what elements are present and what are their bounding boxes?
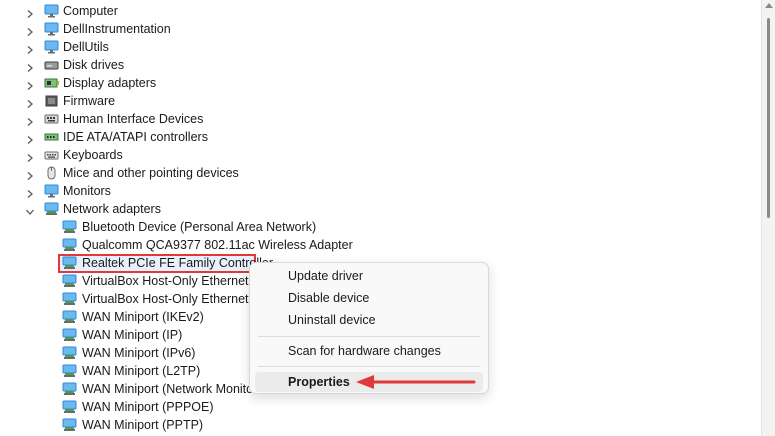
hid-icon	[44, 112, 59, 126]
chevron-right-icon[interactable]	[25, 60, 35, 72]
tree-category-label: Firmware	[63, 94, 116, 108]
menu-separator	[258, 336, 480, 337]
tree-category-keyboards[interactable]: Keyboards	[0, 146, 760, 164]
tree-device-label: WAN Miniport (IP)	[82, 328, 183, 342]
network-adapter-icon	[62, 418, 77, 432]
monitor-icon	[44, 22, 59, 36]
chevron-right-icon[interactable]	[25, 42, 35, 54]
menu-item-disable-device[interactable]: Disable device	[255, 288, 483, 308]
tree-category-label: Keyboards	[63, 148, 123, 162]
chevron-right-icon[interactable]	[25, 114, 35, 126]
scroll-up-arrow-icon[interactable]	[765, 3, 773, 8]
chevron-right-icon[interactable]	[25, 186, 35, 198]
tree-category-ide-ata-atapi-controllers[interactable]: IDE ATA/ATAPI controllers	[0, 128, 760, 146]
tree-device-label: VirtualBox Host-Only Ethernet A	[82, 292, 260, 306]
chevron-right-icon[interactable]	[25, 96, 35, 108]
tree-device-label: WAN Miniport (Network Monito	[82, 382, 254, 396]
tree-device-label: Qualcomm QCA9377 802.11ac Wireless Adapt…	[82, 238, 353, 252]
tree-category-mice-and-other-pointing-devices[interactable]: Mice and other pointing devices	[0, 164, 760, 182]
tree-device[interactable]: Qualcomm QCA9377 802.11ac Wireless Adapt…	[0, 236, 760, 254]
tree-category-dellinstrumentation[interactable]: DellInstrumentation	[0, 20, 760, 38]
tree-device-label: WAN Miniport (PPPOE)	[82, 400, 214, 414]
ide-controller-icon	[44, 130, 59, 144]
tree-category-disk-drives[interactable]: Disk drives	[0, 56, 760, 74]
tree-device-label: WAN Miniport (L2TP)	[82, 364, 201, 378]
tree-device-label: Bluetooth Device (Personal Area Network)	[82, 220, 317, 234]
monitor-icon	[44, 184, 59, 198]
tree-category-label: Computer	[63, 4, 118, 18]
tree-device-label: WAN Miniport (PPTP)	[82, 418, 204, 432]
tree-category-display-adapters[interactable]: Display adapters	[0, 74, 760, 92]
tree-category-label: Network adapters	[63, 202, 161, 216]
tree-device-label: WAN Miniport (IKEv2)	[82, 310, 204, 324]
chevron-right-icon[interactable]	[25, 150, 35, 162]
chevron-right-icon[interactable]	[25, 6, 35, 18]
network-adapter-icon	[62, 220, 77, 234]
computer-icon	[44, 4, 59, 18]
tree-device[interactable]: Bluetooth Device (Personal Area Network)	[0, 218, 760, 236]
network-adapter-icon	[44, 202, 59, 216]
tree-category-firmware[interactable]: Firmware	[0, 92, 760, 110]
tree-category-label: Disk drives	[63, 58, 125, 72]
menu-separator	[258, 366, 480, 367]
device-manager-window: Computer DellInstrumentation DellUtils Disk…	[0, 0, 775, 436]
vertical-scrollbar[interactable]	[761, 0, 775, 436]
network-adapter-icon	[62, 274, 77, 288]
network-adapter-icon	[62, 364, 77, 378]
chevron-down-icon[interactable]	[25, 204, 35, 215]
menu-item-update-driver[interactable]: Update driver	[255, 266, 483, 286]
network-adapter-icon	[62, 328, 77, 342]
network-adapter-icon	[62, 400, 77, 414]
network-adapter-icon	[62, 292, 77, 306]
tree-category-label: Human Interface Devices	[63, 112, 204, 126]
network-adapter-icon	[62, 346, 77, 360]
tree-category-label: Mice and other pointing devices	[63, 166, 239, 180]
tree-category-computer[interactable]: Computer	[0, 2, 760, 20]
chevron-right-icon[interactable]	[25, 24, 35, 36]
tree-category-label: IDE ATA/ATAPI controllers	[63, 130, 208, 144]
disk-drive-icon	[44, 58, 59, 72]
network-adapter-icon	[62, 256, 77, 270]
display-adapter-icon	[44, 76, 59, 90]
tree-category-dellutils[interactable]: DellUtils	[0, 38, 760, 56]
firmware-icon	[44, 94, 59, 108]
network-adapter-icon	[62, 382, 77, 396]
tree-device-label: Realtek PCIe FE Family Controller	[82, 256, 274, 270]
keyboard-icon	[44, 148, 59, 162]
chevron-right-icon[interactable]	[25, 132, 35, 144]
tree-device[interactable]: WAN Miniport (PPTP)	[0, 416, 760, 434]
tree-category-label: Display adapters	[63, 76, 157, 90]
chevron-right-icon[interactable]	[25, 78, 35, 90]
tree-device-label: WAN Miniport (IPv6)	[82, 346, 196, 360]
scrollbar-thumb[interactable]	[767, 18, 770, 218]
tree-category-label: Monitors	[63, 184, 111, 198]
tree-category-network-adapters[interactable]: Network adapters	[0, 200, 760, 218]
tree-device[interactable]: WAN Miniport (PPPOE)	[0, 398, 760, 416]
network-adapter-icon	[62, 310, 77, 324]
menu-item-uninstall-device[interactable]: Uninstall device	[255, 310, 483, 330]
tree-category-label: DellInstrumentation	[63, 22, 171, 36]
mouse-icon	[44, 166, 59, 180]
tree-category-human-interface-devices[interactable]: Human Interface Devices	[0, 110, 760, 128]
chevron-right-icon[interactable]	[25, 168, 35, 180]
tree-category-label: DellUtils	[63, 40, 109, 54]
menu-item-scan-hardware-changes[interactable]: Scan for hardware changes	[255, 341, 483, 361]
monitor-icon	[44, 40, 59, 54]
tree-category-monitors[interactable]: Monitors	[0, 182, 760, 200]
network-adapter-icon	[62, 238, 77, 252]
tree-device-label: VirtualBox Host-Only Ethernet A	[82, 274, 260, 288]
annotation-arrow-icon	[356, 375, 476, 389]
